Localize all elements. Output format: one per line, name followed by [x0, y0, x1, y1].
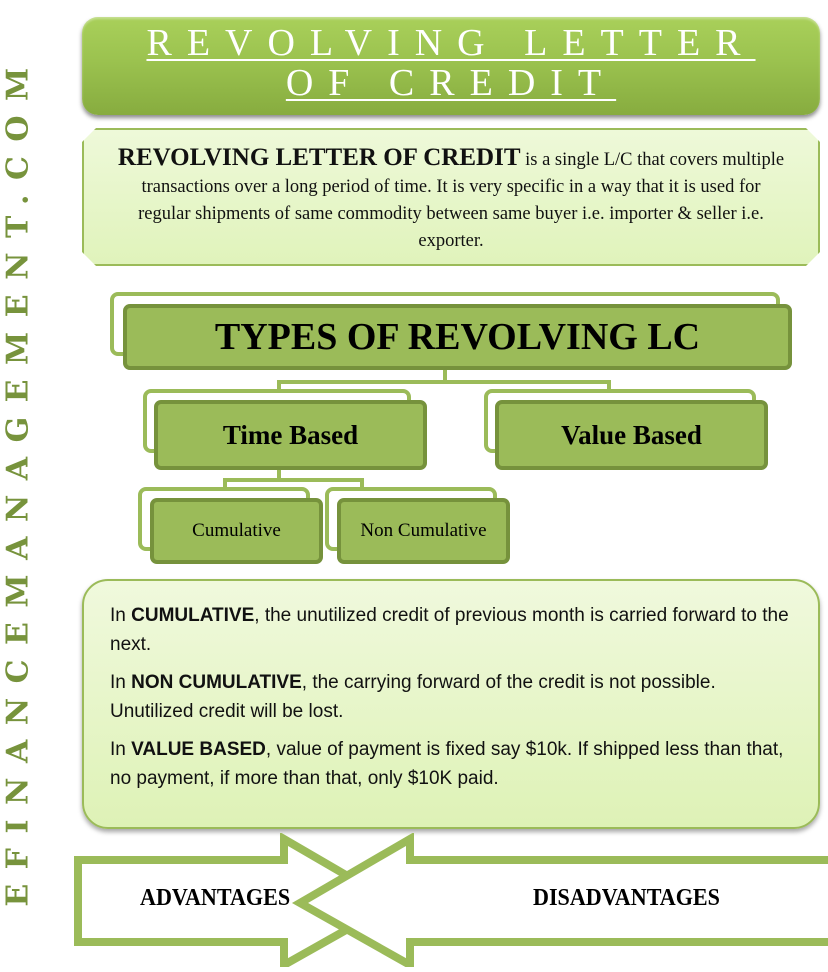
disadvantages-label: DISADVANTAGES: [533, 885, 720, 911]
explanation-prefix: In: [110, 739, 132, 760]
definition-term: REVOLVING LETTER OF CREDIT: [117, 144, 521, 171]
node-cumulative: Cumulative: [150, 498, 323, 564]
explanation-term: NON CUMULATIVE: [131, 672, 302, 693]
node-non-cumulative-label: Non Cumulative: [360, 520, 487, 541]
node-time-based-label: Time Based: [222, 419, 359, 450]
explanation-prefix: In: [110, 605, 132, 626]
brand-text: EFINANCEMANAGEMENT.COM: [0, 53, 36, 907]
advantages-label: ADVANTAGES: [140, 885, 291, 911]
pros-cons-arrows: ADVANTAGES DISADVANTAGES: [70, 832, 828, 972]
node-cumulative-label: Cumulative: [192, 520, 281, 541]
title-line-2: OF CREDIT: [285, 62, 617, 104]
root-node: TYPES OF REVOLVING LC: [123, 304, 792, 370]
node-non-cumulative: Non Cumulative: [337, 498, 510, 564]
definition-box: REVOLVING LETTER OF CREDIT is a single L…: [82, 128, 820, 266]
explanation-term: VALUE BASED: [131, 739, 266, 760]
explanation-non-cumulative: In NON CUMULATIVE, the carrying forward …: [110, 668, 794, 726]
connector: [277, 380, 611, 384]
node-value-based-label: Value Based: [561, 419, 702, 450]
title-line-1: REVOLVING LETTER: [146, 22, 756, 64]
title-banner: REVOLVING LETTER OF CREDIT: [82, 17, 820, 115]
explanation-box: In CUMULATIVE, the unutilized credit of …: [82, 579, 820, 829]
connector: [223, 478, 364, 482]
root-node-label: TYPES OF REVOLVING LC: [214, 316, 701, 358]
explanation-cumulative: In CUMULATIVE, the unutilized credit of …: [110, 601, 794, 659]
explanation-prefix: In: [110, 672, 132, 693]
explanation-term: CUMULATIVE: [131, 605, 255, 626]
node-value-based: Value Based: [495, 400, 768, 470]
node-time-based: Time Based: [154, 400, 427, 470]
explanation-value-based: In VALUE BASED, value of payment is fixe…: [110, 735, 794, 793]
